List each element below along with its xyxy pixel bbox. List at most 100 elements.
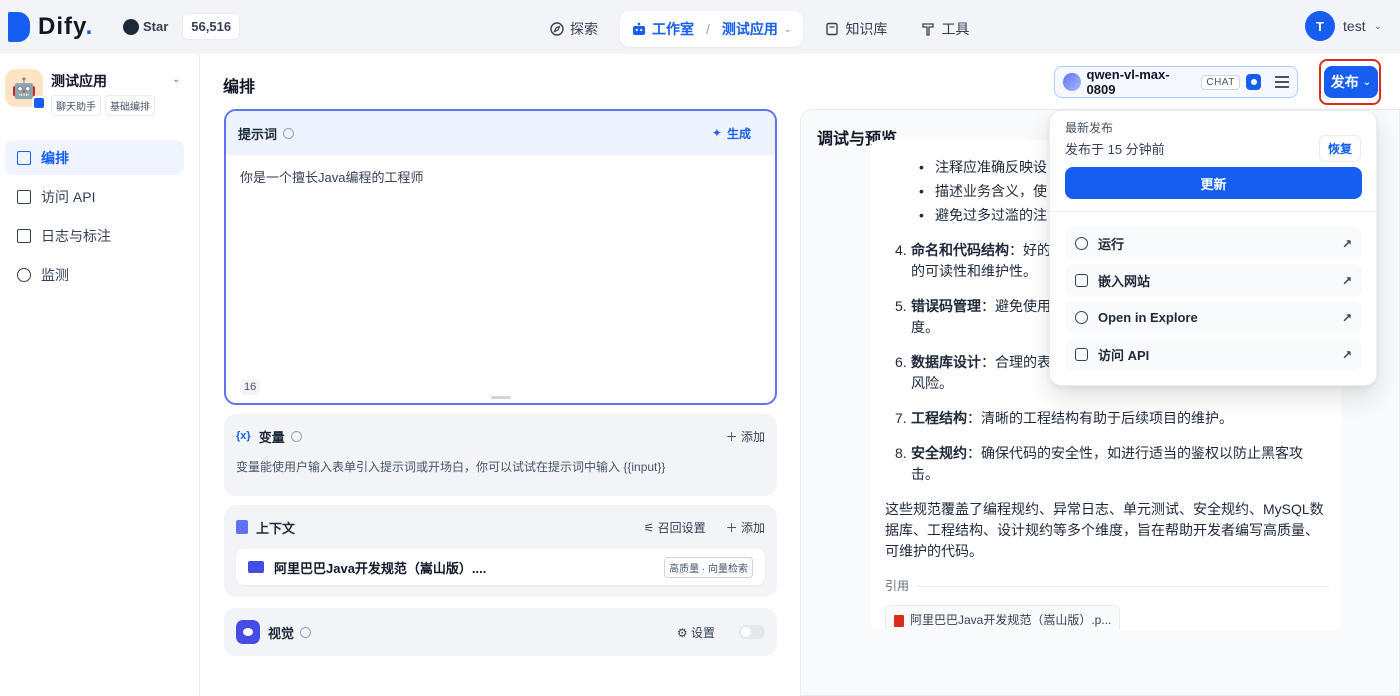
external-link-icon: ↗ (1341, 236, 1352, 251)
embed-website-item[interactable]: 嵌入网站 ↗ (1065, 264, 1362, 297)
sidebar-item-monitoring[interactable]: 监测 (5, 257, 184, 292)
app-icon: 🤖 (5, 69, 46, 110)
vision-settings-button[interactable]: ⚙ 设置 (677, 624, 715, 641)
play-icon (1075, 237, 1088, 250)
variable-icon: {x} (236, 430, 251, 442)
help-icon[interactable] (283, 127, 295, 139)
sparkle-icon: ✦ (711, 126, 722, 140)
list-item: 7. 工程结构：清晰的工程结构有助于后续项目的维护。 (895, 410, 1233, 426)
github-star-button[interactable]: Star 56,516 (123, 13, 241, 40)
answer-summary: 这些规范覆盖了编程规约、异常日志、单元测试、安全规约、MySQL数据库、工程结构… (885, 501, 1324, 559)
qwen-logo-icon (1063, 73, 1081, 91)
user-name: test (1343, 18, 1366, 34)
sidebar: 🤖 测试应用 聊天助手 基础编排 ⌄ 编排 访问 API 日志与标注 监测 (0, 54, 200, 696)
dify-logo-icon (8, 12, 30, 42)
layout-icon (17, 150, 31, 165)
book-icon (826, 22, 839, 36)
plus-icon: ＋ (725, 429, 738, 444)
chat-badge-icon (32, 96, 46, 110)
document-icon (236, 520, 248, 534)
citation-file[interactable]: 阿里巴巴Java开发规范（嵩山版）.p... (885, 605, 1121, 630)
char-counter: 16 (240, 379, 261, 395)
dashboard-icon (17, 267, 31, 282)
compass-icon (550, 22, 564, 36)
model-selector-button[interactable]: qwen-vl-max-0809 CHAT (1054, 66, 1298, 98)
nav-tools[interactable]: 工具 (909, 11, 981, 47)
dify-logo[interactable]: Dify. (8, 12, 93, 42)
github-icon (123, 18, 139, 35)
embed-icon (1075, 274, 1088, 287)
retrieval-mode-tag: 高质量 · 向量检索 (664, 556, 753, 578)
context-label: 上下文 (256, 520, 296, 536)
sidebar-item-api[interactable]: 访问 API (5, 179, 184, 214)
help-icon[interactable] (300, 626, 312, 638)
external-link-icon: ↗ (1341, 347, 1352, 362)
compass-icon (1075, 311, 1088, 324)
chevron-down-icon[interactable]: ⌄ (172, 74, 180, 85)
publish-button[interactable]: 发布 ⌄ (1324, 66, 1378, 98)
app-mode-tag: 基础编排 (105, 95, 155, 116)
settings-sliders-icon[interactable] (1275, 76, 1289, 88)
variables-label: 变量 (258, 429, 285, 445)
eye-icon (236, 620, 260, 644)
restore-button[interactable]: 恢复 (1318, 135, 1361, 162)
external-link-icon: ↗ (1341, 310, 1352, 325)
nav-knowledge[interactable]: 知识库 (813, 11, 899, 47)
user-menu[interactable]: T test ⌄ (1305, 11, 1382, 41)
current-app-selector[interactable]: 测试应用 (722, 19, 778, 39)
sidebar-item-orchestrate[interactable]: 编排 (5, 140, 184, 175)
update-button[interactable]: 更新 (1065, 167, 1362, 199)
generate-button[interactable]: ✦ 生成 (712, 125, 751, 142)
avatar: T (1305, 11, 1336, 41)
open-in-explore-item[interactable]: Open in Explore ↗ (1065, 301, 1362, 334)
app-name: 测试应用 (51, 73, 107, 89)
list-item: 8. 安全规约：确保代码的安全性，如进行适当的鉴权以防止黑客攻击。 (895, 445, 1303, 482)
external-link-icon: ↗ (1341, 273, 1352, 288)
vision-card: 视觉 ⚙ 设置 (224, 608, 777, 656)
terminal-icon (17, 189, 31, 204)
settings-sliders-icon: ⚟ (643, 520, 655, 535)
star-label: Star (143, 19, 169, 34)
help-icon[interactable] (290, 430, 302, 442)
nav-explore[interactable]: 探索 (538, 11, 610, 47)
prompt-textarea[interactable]: 你是一个擅长Java编程的工程师 (226, 155, 775, 198)
plus-icon: ＋ (725, 520, 738, 535)
add-variable-button[interactable]: ＋ 添加 (726, 428, 765, 445)
add-context-button[interactable]: ＋ 添加 (726, 519, 765, 536)
citation-label: 引用 (885, 579, 910, 593)
top-navigation: Dify. Star 56,516 探索 工作室 / 测试应用 ⌄ 知识库 工具… (0, 0, 1400, 54)
star-count: 56,516 (182, 13, 241, 40)
sidebar-item-logs[interactable]: 日志与标注 (5, 218, 184, 253)
variables-description: 变量能使用户输入表单引入提示词或开场白，你可以试试在提示词中输入 {{input… (236, 460, 666, 474)
run-app-item[interactable]: 运行 ↗ (1065, 227, 1362, 260)
nav-studio[interactable]: 工作室 / 测试应用 ⌄ (620, 11, 804, 47)
file-list-icon (17, 228, 31, 243)
resize-handle[interactable] (491, 396, 511, 399)
chevron-down-icon: ⌄ (1373, 20, 1382, 32)
model-mode-badge: CHAT (1201, 74, 1240, 90)
model-name: qwen-vl-max-0809 (1086, 67, 1170, 97)
vision-eye-icon (1245, 74, 1262, 90)
prompt-label: 提示词 (238, 126, 278, 142)
recall-settings-button[interactable]: ⚟ 召回设置 (644, 519, 706, 536)
app-info[interactable]: 🤖 测试应用 聊天助手 基础编排 (5, 69, 155, 116)
context-card: 上下文 ⚟ 召回设置 ＋ 添加 阿里巴巴Java开发规范（嵩山版）.... 高质… (224, 505, 777, 597)
access-api-item[interactable]: 访问 API ↗ (1065, 338, 1362, 371)
app-type-tag: 聊天助手 (51, 95, 101, 116)
chevron-down-icon: ⌄ (1362, 76, 1372, 88)
hammer-icon (922, 23, 935, 36)
gear-icon: ⚙ (676, 625, 688, 640)
latest-publish-label: 最新发布 (1065, 121, 1114, 135)
vision-toggle[interactable] (739, 625, 765, 639)
published-time: 发布于 15 分钟前 (1065, 142, 1165, 157)
sidebar-menu: 编排 访问 API 日志与标注 监测 (5, 140, 184, 296)
file-text-icon (1075, 348, 1088, 361)
publish-dropdown: 最新发布 发布于 15 分钟前 恢复 更新 运行 ↗ 嵌入网站 ↗ Open i… (1049, 110, 1377, 386)
pdf-icon (894, 614, 904, 627)
folder-icon (248, 561, 264, 573)
knowledge-name: 阿里巴巴Java开发规范（嵩山版）.... (274, 560, 487, 576)
robot-icon (633, 22, 645, 35)
prompt-editor[interactable]: 提示词 ✦ 生成 你是一个擅长Java编程的工程师 16 (224, 109, 777, 405)
vision-label: 视觉 (268, 625, 295, 641)
knowledge-item[interactable]: 阿里巴巴Java开发规范（嵩山版）.... 高质量 · 向量检索 (236, 549, 765, 585)
